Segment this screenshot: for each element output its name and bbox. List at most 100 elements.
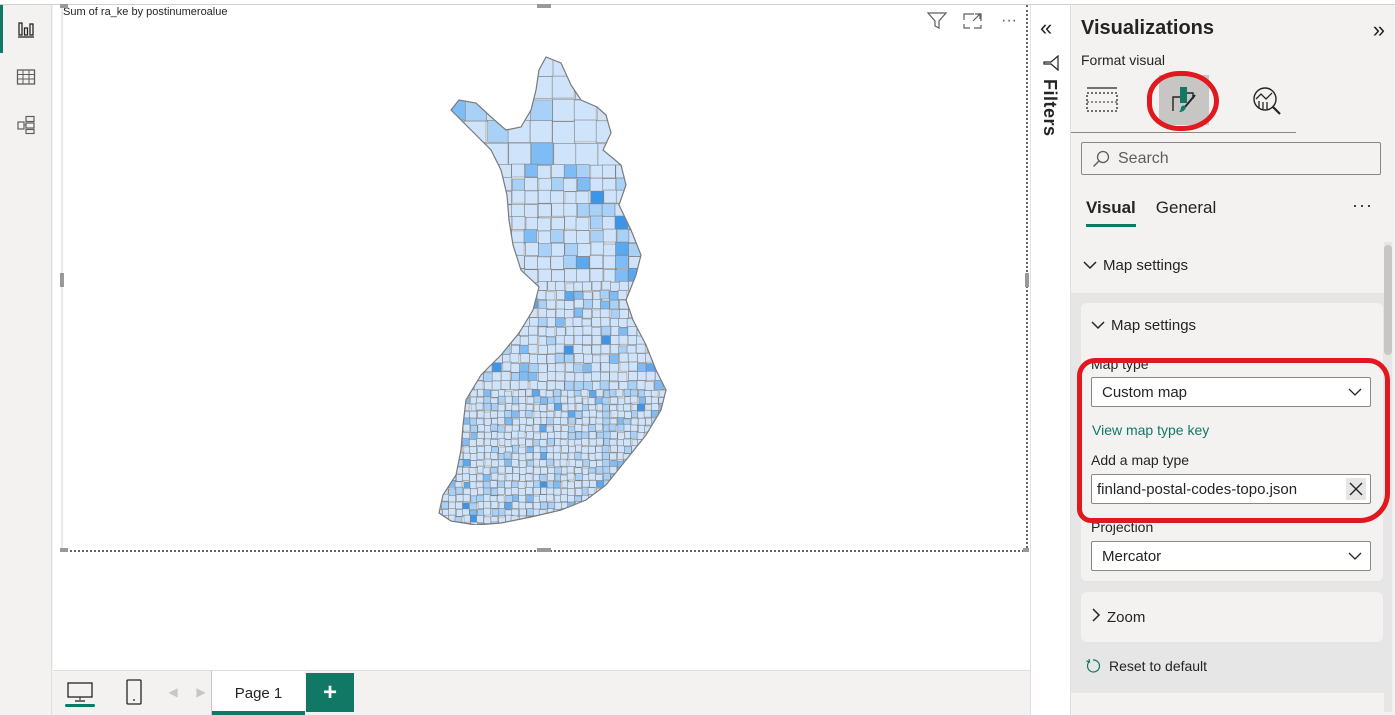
postal-area[interactable] [497,395,506,404]
map-visual[interactable]: Sum of ra_ke by postinumeroalue ··· [60,4,1029,552]
postal-area[interactable] [644,467,652,475]
postal-area[interactable] [449,390,457,399]
postal-area[interactable] [601,495,610,504]
postal-area[interactable] [644,325,655,336]
postal-area[interactable] [601,325,611,336]
postal-area[interactable] [438,325,448,336]
postal-area[interactable] [484,289,495,300]
postal-area[interactable] [486,164,500,178]
postal-area[interactable] [422,120,445,143]
postal-area[interactable] [496,431,505,440]
postal-area[interactable] [468,467,477,475]
postal-area[interactable] [665,424,671,432]
postal-area[interactable] [553,487,562,496]
postal-area[interactable] [567,390,576,398]
postal-area[interactable] [650,501,659,510]
general-subtab[interactable]: General [1156,198,1216,227]
postal-area[interactable] [533,417,542,426]
postal-area[interactable] [421,432,428,439]
postal-area[interactable] [668,257,671,270]
postal-area[interactable] [448,403,457,412]
postal-area[interactable] [615,389,624,397]
postal-area[interactable] [573,363,583,374]
postal-area[interactable] [520,353,531,364]
postal-area[interactable] [540,521,549,525]
postal-area[interactable] [618,318,628,328]
postal-area[interactable] [591,281,602,291]
postal-area[interactable] [627,335,638,346]
postal-area[interactable] [636,380,647,390]
map-type-dropdown[interactable]: Custom map [1091,377,1371,407]
postal-area[interactable] [640,76,664,99]
postal-area[interactable] [602,502,610,511]
postal-area[interactable] [443,99,467,123]
postal-area[interactable] [493,281,503,291]
postal-area[interactable] [539,459,547,468]
postal-area[interactable] [653,241,667,256]
postal-area[interactable] [665,487,671,496]
postal-area[interactable] [519,417,527,425]
postal-area[interactable] [617,445,625,454]
postal-area[interactable] [421,418,428,425]
postal-area[interactable] [637,291,648,301]
postal-area[interactable] [459,230,474,244]
postal-area[interactable] [618,143,642,166]
postal-area[interactable] [628,243,642,257]
postal-area[interactable] [508,77,532,100]
postal-area[interactable] [428,482,435,489]
postal-area[interactable] [588,472,597,481]
postal-area[interactable] [574,452,582,460]
postal-area[interactable] [421,318,429,327]
postal-area[interactable] [448,425,457,434]
postal-area[interactable] [539,439,547,447]
postal-area[interactable] [538,474,547,482]
postal-area[interactable] [546,402,555,411]
postal-area[interactable] [470,488,478,497]
postal-area[interactable] [465,280,476,291]
postal-area[interactable] [589,508,598,517]
postal-area[interactable] [525,417,534,426]
postal-area[interactable] [575,217,590,231]
postal-area[interactable] [465,372,475,383]
postal-area[interactable] [491,403,499,411]
prev-page-button[interactable]: ◀ [165,671,181,713]
collapse-visualizations-button[interactable]: » [1373,17,1385,43]
postal-area[interactable] [528,325,538,336]
postal-area[interactable] [668,230,671,243]
postal-area[interactable] [623,458,632,467]
postal-area[interactable] [573,521,582,525]
postal-area[interactable] [662,143,671,166]
postal-area[interactable] [563,203,578,217]
postal-area[interactable] [457,308,468,319]
postal-area[interactable] [476,438,484,446]
postal-area[interactable] [567,521,576,525]
postal-area[interactable] [567,396,576,405]
resize-handle[interactable] [1023,548,1029,552]
postal-area[interactable] [537,189,552,204]
postal-area[interactable] [574,307,584,318]
more-options-button[interactable]: ··· [1352,195,1373,216]
postal-area[interactable] [537,354,547,364]
postal-area[interactable] [582,325,593,336]
postal-area[interactable] [600,362,611,372]
postal-area[interactable] [619,309,629,319]
postal-area[interactable] [609,318,620,328]
postal-area[interactable] [575,488,583,496]
postal-area[interactable] [421,204,434,217]
postal-area[interactable] [448,445,457,453]
postal-area[interactable] [435,417,443,426]
postal-area[interactable] [641,164,656,179]
postal-area[interactable] [427,488,434,495]
postal-area[interactable] [441,466,450,475]
postal-area[interactable] [574,372,585,383]
postal-area[interactable] [623,403,631,412]
postal-area[interactable] [491,508,500,517]
postal-area[interactable] [434,255,448,269]
postal-area[interactable] [504,410,512,418]
postal-area[interactable] [554,403,562,411]
postal-area[interactable] [421,522,428,525]
postal-area[interactable] [483,372,493,383]
postal-area[interactable] [664,451,671,460]
postal-area[interactable] [617,372,628,382]
postal-area[interactable] [538,177,553,192]
